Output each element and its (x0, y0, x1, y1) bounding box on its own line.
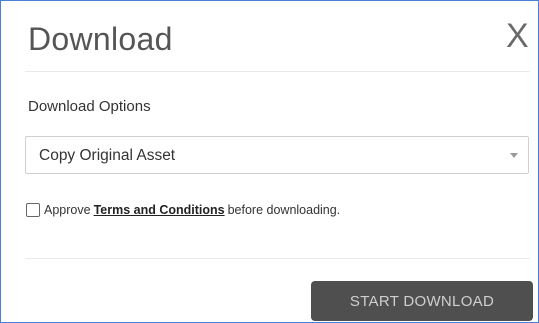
select-value: Copy Original Asset (39, 147, 176, 164)
dialog-title: Download (28, 21, 173, 57)
start-download-button[interactable]: START DOWNLOAD (311, 281, 533, 321)
terms-and-conditions-link[interactable]: Terms and Conditions (94, 203, 225, 217)
download-options-select[interactable]: Copy Original Asset (25, 136, 529, 174)
approve-terms-checkbox[interactable] (26, 203, 40, 217)
download-dialog: Download X Download Options Copy Origina… (0, 0, 539, 323)
download-options-label: Download Options (28, 98, 151, 115)
approve-terms-row: Approve Terms and Conditions before down… (26, 203, 340, 217)
approve-suffix: before downloading. (227, 203, 341, 217)
approve-prefix: Approve (44, 203, 91, 217)
header-divider (25, 71, 530, 72)
close-icon[interactable]: X (506, 19, 529, 53)
chevron-down-icon (510, 153, 518, 158)
footer-divider (25, 258, 530, 259)
